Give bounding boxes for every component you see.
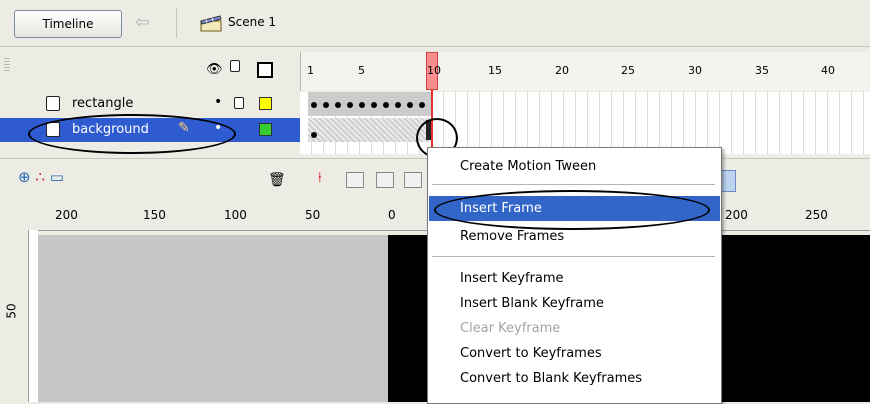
frames-background-layer[interactable] <box>308 118 432 142</box>
ruler-label: 0 <box>388 208 396 222</box>
back-arrow-icon[interactable]: ⇦ <box>135 13 157 33</box>
toolbar-divider <box>176 8 177 38</box>
stage-edge <box>29 230 38 402</box>
frame-number: 15 <box>488 64 502 77</box>
keyframe[interactable] <box>383 102 389 108</box>
layer-icon <box>46 96 60 111</box>
onion-skin-icon[interactable] <box>346 172 364 188</box>
layer-row-rectangle[interactable]: rectangle • <box>0 92 300 116</box>
layer-tools: ⊕ ∴ ▭ <box>18 168 64 186</box>
context-menu: Create Motion Tween Insert Frame Remove … <box>427 147 722 404</box>
trash-icon[interactable]: 🗑 <box>268 172 286 188</box>
menu-separator <box>432 184 715 185</box>
frame-number: 30 <box>688 64 702 77</box>
frame-number: 20 <box>555 64 569 77</box>
menu-item-insert-blank-keyframe[interactable]: Insert Blank Keyframe <box>429 291 720 316</box>
menu-item-convert-to-keyframes[interactable]: Convert to Keyframes <box>429 341 720 366</box>
scene-toolbar <box>0 0 870 47</box>
edit-multiple-icon[interactable] <box>404 172 422 188</box>
ruler-label: 50 <box>4 303 19 319</box>
timeline-button[interactable]: Timeline <box>14 10 122 38</box>
frame-number: 35 <box>755 64 769 77</box>
clapperboard-icon <box>200 15 222 32</box>
ruler-label: 250 <box>805 208 828 222</box>
frame-number: 5 <box>358 64 365 77</box>
layer-name: rectangle <box>72 96 134 111</box>
onion-outline-icon[interactable] <box>376 172 394 188</box>
keyframe[interactable] <box>311 132 317 138</box>
menu-item-convert-to-blank-keyframes[interactable]: Convert to Blank Keyframes <box>429 366 720 391</box>
add-layer-icon[interactable]: ⊕ <box>18 168 31 186</box>
current-frame-label: 10 <box>427 64 441 77</box>
menu-item-insert-keyframe[interactable]: Insert Keyframe <box>429 266 720 291</box>
keyframe[interactable] <box>371 102 377 108</box>
scene-name[interactable]: Scene 1 <box>228 15 276 29</box>
keyframe[interactable] <box>359 102 365 108</box>
ruler-label: 200 <box>55 208 78 222</box>
layer-color-swatch[interactable] <box>259 97 272 110</box>
layer-color-swatch[interactable] <box>259 123 272 136</box>
keyframe[interactable] <box>311 102 317 108</box>
center-frame-icon[interactable]: ⍿ <box>318 170 322 186</box>
keyframe[interactable] <box>395 102 401 108</box>
ruler-label: 50 <box>305 208 321 222</box>
frame-number: 1 <box>307 64 314 77</box>
eye-icon[interactable]: 👁 <box>206 62 223 77</box>
menu-item-clear-keyframe: Clear Keyframe <box>460 321 561 336</box>
lock-icon[interactable] <box>230 60 240 72</box>
ruler-label: 150 <box>143 208 166 222</box>
lock-icon[interactable] <box>234 97 244 109</box>
add-folder-icon[interactable]: ▭ <box>50 168 64 186</box>
menu-item-create-motion-tween[interactable]: Create Motion Tween <box>429 154 720 179</box>
annotation-ellipse <box>28 114 236 154</box>
grip-handle[interactable] <box>4 58 10 72</box>
keyframe[interactable] <box>323 102 329 108</box>
keyframe[interactable] <box>335 102 341 108</box>
frame-ruler[interactable]: 1 5 10 15 20 25 30 35 40 <box>300 52 870 91</box>
ruler-label: 200 <box>725 208 748 222</box>
visibility-dot[interactable]: • <box>214 94 222 110</box>
work-area[interactable] <box>38 235 388 402</box>
menu-separator <box>432 256 715 257</box>
frame-number: 25 <box>621 64 635 77</box>
ruler-label: 100 <box>224 208 247 222</box>
keyframe[interactable] <box>419 102 425 108</box>
frames-rectangle-layer[interactable] <box>308 92 432 116</box>
frame-number: 40 <box>821 64 835 77</box>
keyframe[interactable] <box>347 102 353 108</box>
add-motion-guide-icon[interactable]: ∴ <box>35 168 45 186</box>
outline-icon[interactable] <box>257 62 273 78</box>
keyframe[interactable] <box>407 102 413 108</box>
annotation-ellipse <box>434 190 710 230</box>
